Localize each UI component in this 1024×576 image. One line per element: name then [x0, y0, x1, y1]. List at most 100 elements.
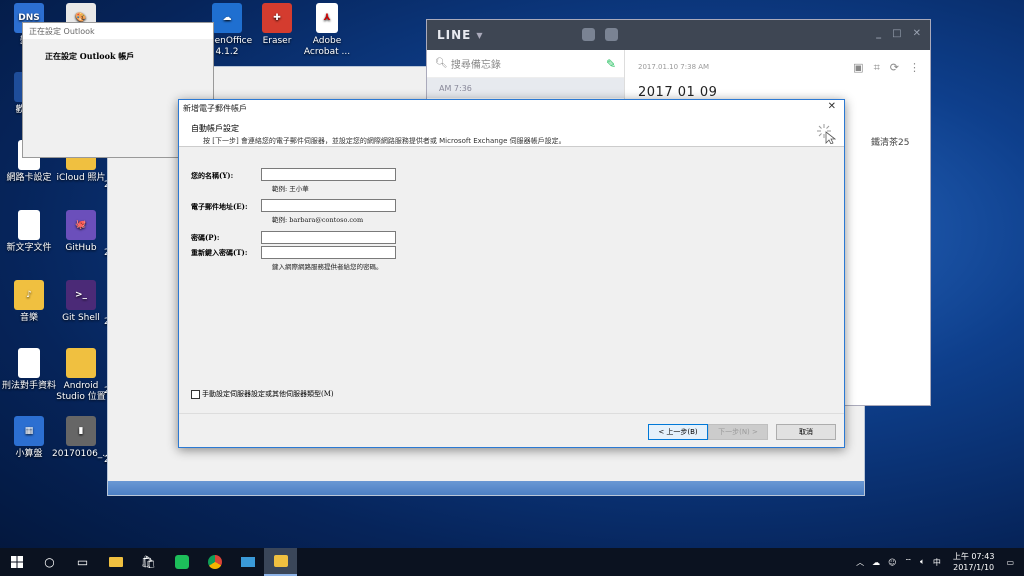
- close-icon[interactable]: ✕: [913, 28, 922, 39]
- email-label: 電子郵件地址(E):: [191, 202, 248, 211]
- password-input[interactable]: [261, 231, 396, 244]
- email-example: 範例: barbara@contoso.com: [272, 216, 364, 224]
- desktop-icon-label: 刑法對手資料: [1, 381, 56, 391]
- name-label: 您的名稱(Y):: [191, 171, 234, 180]
- name-input[interactable]: [261, 168, 396, 181]
- desktop-icon-gitshell[interactable]: >_ Git Shell: [52, 280, 110, 324]
- manual-setup-option[interactable]: 手動設定伺服器設定或其他伺服器類型(M): [191, 389, 334, 399]
- desktop-icon-music[interactable]: ♪ 音樂: [0, 280, 58, 324]
- manual-setup-checkbox[interactable]: [191, 389, 200, 399]
- newtext-icon: [18, 210, 40, 240]
- add-email-account-dialog[interactable]: 新增電子郵件帳戶 ✕ 自動帳戶設定 按 [下一步] 會連絡您的電子郵件伺服器，並…: [178, 99, 845, 448]
- dialog-header: 自動帳戶設定 按 [下一步] 會連絡您的電子郵件伺服器，並設定您的網際網路服務提…: [179, 115, 844, 147]
- refresh-icon[interactable]: ⟳: [890, 61, 899, 75]
- desktop-icon-label: 新文字文件: [6, 243, 52, 253]
- maximize-icon[interactable]: □: [892, 28, 902, 39]
- desktop-icon-label: Android Studio 位置: [56, 381, 106, 402]
- outlook-icon[interactable]: [264, 548, 297, 576]
- openoffice-icon: ☁: [212, 3, 242, 33]
- list-item[interactable]: AM 7:36: [427, 78, 624, 98]
- desktop-icon-label: 網路卡設定: [6, 173, 52, 183]
- chrome-icon[interactable]: [198, 548, 231, 576]
- desktop-icon-github[interactable]: 🐙 GitHub: [52, 210, 110, 254]
- email-input[interactable]: [261, 199, 396, 212]
- people-icon[interactable]: ☺: [888, 558, 896, 567]
- search-icon[interactable]: ○: [33, 548, 66, 576]
- minimize-icon[interactable]: _: [876, 28, 882, 39]
- divider: [179, 413, 844, 414]
- github-icon: 🐙: [66, 210, 96, 240]
- desktop-icon-label: 20170106_...: [52, 449, 111, 459]
- back-button[interactable]: < 上一步(B): [648, 424, 708, 440]
- password-hint: 鍵入網際網路服務提供者給您的密碼。: [272, 263, 383, 271]
- outlook-setup-title: 正在設定 Outlook: [23, 23, 213, 39]
- name-example: 範例: 王小華: [272, 185, 309, 193]
- crop-icon[interactable]: ⌗: [874, 61, 880, 75]
- ime-indicator[interactable]: 中: [933, 557, 941, 568]
- note-text: 鐵清茶25: [871, 138, 910, 148]
- system-tray: ︿ ☁ ☺ ⌔ 🔈︎ 中 上午 07:43 2017/1/10 ▭: [852, 548, 1024, 576]
- music-icon: ♪: [14, 280, 44, 310]
- desktop-icon-label: Git Shell: [62, 313, 100, 323]
- manual-setup-label: 手動設定伺服器設定或其他伺服器類型(M): [202, 390, 334, 398]
- search-input[interactable]: 搜尋備忘錄: [451, 56, 501, 71]
- compose-icon[interactable]: ✎: [606, 57, 616, 71]
- chevron-down-icon[interactable]: ▼: [476, 31, 483, 40]
- criminal-icon: [18, 348, 40, 378]
- windows-icon: [10, 556, 23, 568]
- taskbar: ○ ▭ 🛍︎ ︿ ☁ ☺ ⌔ 🔈︎ 中 上午 07:43 2017/1/10 ▭: [0, 548, 1024, 576]
- clock-time: 上午 07:43: [952, 552, 995, 561]
- line-titlebar[interactable]: LINE ▼ _ □ ✕: [427, 20, 930, 50]
- gitshell-icon: >_: [66, 280, 96, 310]
- dialog-titlebar[interactable]: 新增電子郵件帳戶 ✕: [179, 100, 844, 115]
- file-explorer-icon[interactable]: [99, 548, 132, 576]
- note-timestamp: 2017.01.10 7:38 AM: [638, 63, 710, 71]
- outlook-setup-message: 正在設定 Outlook 帳戶: [45, 51, 135, 61]
- remote-desktop-icon[interactable]: [231, 548, 264, 576]
- image-icon[interactable]: ▣: [853, 61, 863, 75]
- cancel-button[interactable]: 取消: [776, 424, 836, 440]
- desktop-icon-label: Adobe Acrobat ...: [303, 36, 351, 57]
- desktop-icon-acrobat[interactable]: ⅄ Adobe Acrobat ...: [298, 3, 356, 58]
- chat-icon[interactable]: [582, 28, 595, 41]
- desktop-icon-calculator[interactable]: ▦ 小算盤: [0, 416, 58, 460]
- acrobat-icon: ⅄: [316, 3, 338, 33]
- note-icon[interactable]: [605, 28, 618, 41]
- onedrive-icon[interactable]: ☁: [872, 558, 880, 567]
- volume-icon[interactable]: 🔈︎: [920, 557, 925, 567]
- clock[interactable]: 上午 07:43 2017/1/10: [953, 551, 995, 573]
- desktop-icon-label: iCloud 照片: [56, 173, 106, 183]
- start-button[interactable]: [0, 548, 33, 576]
- desktop-icon-newtext[interactable]: 新文字文件: [0, 210, 58, 254]
- line-search[interactable]: 🔍︎ 搜尋備忘錄 ✎: [427, 50, 624, 78]
- android-studio-icon: [66, 348, 96, 378]
- line-brand: LINE: [437, 28, 472, 42]
- calculator-icon: ▦: [14, 416, 44, 446]
- header-title: 自動帳戶設定: [191, 124, 239, 133]
- task-view-icon[interactable]: ▭: [66, 548, 99, 576]
- next-button[interactable]: 下一步(N) >: [708, 424, 768, 440]
- notification-icon[interactable]: ▭: [1006, 558, 1014, 567]
- memo-time: AM 7:36: [439, 84, 472, 93]
- desktop-icon-label: 音樂: [19, 313, 38, 323]
- chevron-up-icon[interactable]: ︿: [856, 557, 864, 568]
- desktop-icon-file-20170106[interactable]: ▮ 20170106_...: [52, 416, 111, 460]
- more-icon[interactable]: ⋮: [909, 61, 920, 75]
- desktop-icon-label: 小算盤: [15, 449, 43, 459]
- line-app-icon[interactable]: [165, 548, 198, 576]
- background-window-bar: [108, 481, 864, 495]
- password-label: 密碼(P):: [191, 233, 220, 242]
- search-icon: 🔍︎: [435, 58, 448, 69]
- store-icon[interactable]: 🛍︎: [132, 548, 165, 576]
- close-icon[interactable]: ✕: [828, 101, 836, 112]
- confirm-password-label: 重新鍵入密碼(T):: [191, 248, 248, 257]
- desktop-icon-android-studio[interactable]: Android Studio 位置: [52, 348, 110, 403]
- clock-date: 2017/1/10: [953, 563, 995, 572]
- note-title: 2017 01 09: [638, 85, 718, 100]
- desktop-icon-label: GitHub: [65, 243, 97, 253]
- header-description: 按 [下一步] 會連絡您的電子郵件伺服器，並設定您的網際網路服務提供者或 Mic…: [203, 137, 566, 145]
- eraser-icon: ✚: [262, 3, 292, 33]
- network-icon[interactable]: ⌔: [904, 557, 912, 567]
- confirm-password-input[interactable]: [261, 246, 396, 259]
- desktop-icon-criminal[interactable]: 刑法對手資料: [0, 348, 58, 392]
